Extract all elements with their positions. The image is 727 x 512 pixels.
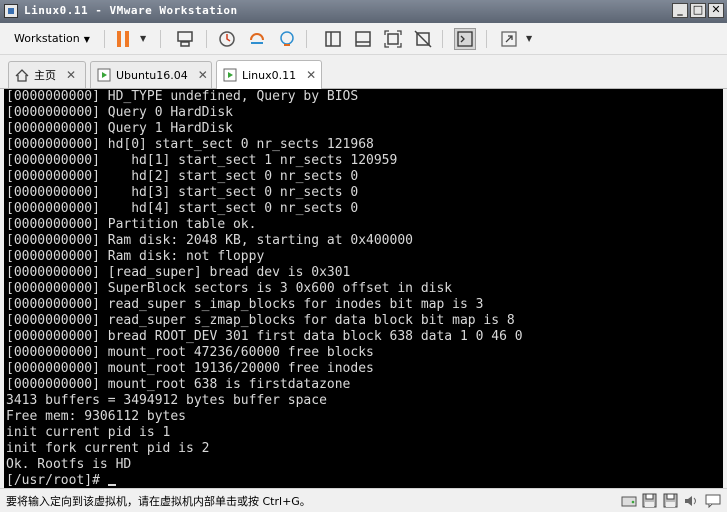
floppy-icon[interactable] <box>662 492 679 509</box>
thumbnail-icon[interactable] <box>352 28 374 50</box>
chevron-down-icon[interactable]: ▼ <box>140 34 146 43</box>
console-view-icon[interactable] <box>454 28 476 50</box>
snapshot-manager-icon[interactable] <box>276 28 298 50</box>
tab-home[interactable]: 主页 ✕ <box>8 61 86 88</box>
tab-label: 主页 <box>34 69 56 82</box>
workstation-menu-button[interactable]: Workstation ▼ <box>8 29 96 49</box>
pause-icon[interactable] <box>112 28 134 50</box>
status-message: 要将输入定向到该虚拟机，请在虚拟机内部单击或按 Ctrl+G。 <box>6 495 311 508</box>
console-line: 3413 buffers = 3494912 bytes buffer spac… <box>6 393 327 408</box>
console-line: [0000000000] Ram disk: not floppy <box>6 249 265 264</box>
console-line: [0000000000] read_super s_zmap_blocks fo… <box>6 313 515 328</box>
send-keys-icon[interactable] <box>174 28 196 50</box>
floppy-icon[interactable] <box>641 492 658 509</box>
device-icons <box>620 492 721 509</box>
tab-label: Linux0.11 <box>242 68 297 82</box>
workstation-menu-label: Workstation <box>14 32 80 45</box>
toolbar-divider <box>206 30 207 48</box>
title-bar[interactable]: Linux0.11 - VMware Workstation _ □ ✕ <box>0 0 727 23</box>
console-line: [0000000000] Partition table ok. <box>6 217 257 232</box>
close-icon[interactable]: ✕ <box>306 69 316 81</box>
vmware-logo-icon <box>4 4 18 18</box>
console-line: [0000000000] mount_root 47236/60000 free… <box>6 345 374 360</box>
console-line: [0000000000] SuperBlock sectors is 3 0x6… <box>6 281 453 296</box>
status-bar: 要将输入定向到该虚拟机，请在虚拟机内部单击或按 Ctrl+G。 <box>0 488 727 512</box>
unity-icon[interactable] <box>412 28 434 50</box>
console-line: [0000000000] hd[1] start_sect 1 nr_sects… <box>6 153 398 168</box>
toolbar-divider <box>160 30 161 48</box>
console-line: [0000000000] hd[2] start_sect 0 nr_sects… <box>6 169 359 184</box>
tab-bar: 主页 ✕ Ubuntu16.04 ✕ Linux0.11 ✕ <box>0 55 727 89</box>
console-line: init current pid is 1 <box>6 425 171 440</box>
revert-snapshot-icon[interactable] <box>246 28 268 50</box>
tab-linux011[interactable]: Linux0.11 ✕ <box>216 60 322 89</box>
tab-label: Ubuntu16.04 <box>116 68 188 82</box>
shell-prompt: [/usr/root]# <box>6 473 116 488</box>
console-line: [0000000000] hd[0] start_sect 0 nr_sects… <box>6 137 374 152</box>
console-line: Free mem: 9306112 bytes <box>6 409 187 424</box>
vm-icon <box>97 68 111 82</box>
console-line: Ok. Rootfs is HD <box>6 457 132 472</box>
close-icon[interactable]: ✕ <box>198 69 208 81</box>
toolbar-divider <box>442 30 443 48</box>
minimize-button[interactable]: _ <box>672 3 688 18</box>
window-title: Linux0.11 - VMware Workstation <box>24 4 238 17</box>
home-icon <box>15 68 29 82</box>
toolbar-divider <box>306 30 307 48</box>
console-line: [0000000000] bread ROOT_DEV 301 first da… <box>6 329 523 344</box>
sound-icon[interactable] <box>683 492 700 509</box>
console-line: [0000000000] hd[4] start_sect 0 nr_sects… <box>6 201 359 216</box>
console-line: [0000000000] Query 1 HardDisk <box>6 121 233 136</box>
console-line: [0000000000] hd[3] start_sect 0 nr_sects… <box>6 185 359 200</box>
fullscreen-icon[interactable] <box>382 28 404 50</box>
chevron-down-icon[interactable]: ▼ <box>526 34 532 43</box>
toolbar-divider <box>486 30 487 48</box>
stretch-icon[interactable] <box>498 28 520 50</box>
window-controls: _ □ ✕ <box>672 3 724 18</box>
console-line: [0000000000] read_super s_imap_blocks fo… <box>6 297 484 312</box>
sidebar-icon[interactable] <box>322 28 344 50</box>
console-line: [0000000000] Ram disk: 2048 KB, starting… <box>6 233 413 248</box>
console-line: [0000000000] Query 0 HardDisk <box>6 105 233 120</box>
message-log-icon[interactable] <box>704 492 721 509</box>
close-button[interactable]: ✕ <box>708 3 724 18</box>
tab-ubuntu[interactable]: Ubuntu16.04 ✕ <box>90 61 212 88</box>
chevron-down-icon: ▼ <box>83 35 90 44</box>
vm-icon <box>223 68 237 82</box>
toolbar: Workstation ▼ ▼ ▼ <box>0 23 727 55</box>
snapshot-icon[interactable] <box>216 28 238 50</box>
console-line: init fork current pid is 2 <box>6 441 210 456</box>
close-icon[interactable]: ✕ <box>66 69 76 81</box>
console-line: [0000000000] mount_root 638 is firstdata… <box>6 377 351 392</box>
console-line: [0000000000] [read_super] bread dev is 0… <box>6 265 351 280</box>
maximize-button[interactable]: □ <box>690 3 706 18</box>
hard-disk-icon[interactable] <box>620 492 637 509</box>
console-line: [0000000000] HD_TYPE undefined, Query by… <box>6 89 359 104</box>
text-cursor <box>107 484 116 486</box>
vm-console[interactable]: [0000000000] HD_TYPE undefined, Query by… <box>4 89 723 488</box>
console-line: [0000000000] mount_root 19136/20000 free… <box>6 361 374 376</box>
toolbar-divider <box>104 30 105 48</box>
